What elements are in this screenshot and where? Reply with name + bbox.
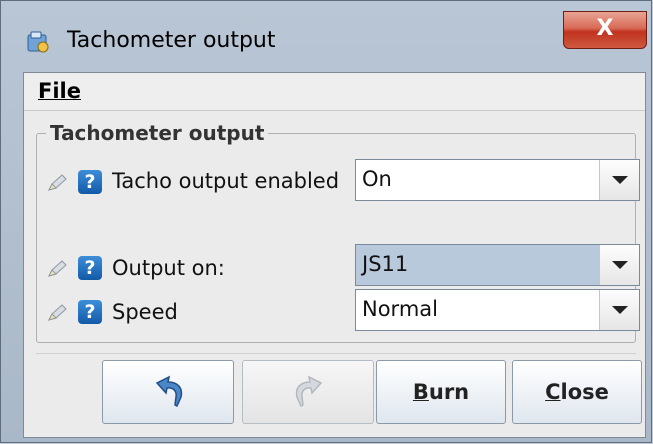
speed-select[interactable]: Normal <box>355 289 640 331</box>
chevron-down-icon <box>612 261 628 269</box>
window-close-button[interactable]: X <box>563 11 647 49</box>
label-tacho-output-enabled: Tacho output enabled <box>112 169 340 193</box>
title-bar[interactable]: Tachometer output X <box>1 1 651 73</box>
row-icons-tacho-enabled: ? <box>46 170 106 196</box>
undo-button[interactable] <box>102 360 234 424</box>
burn-mnemonic: B <box>412 380 429 404</box>
help-icon[interactable]: ? <box>78 170 102 194</box>
label-output-on: Output on: <box>112 256 225 280</box>
close-label: lose <box>560 380 609 404</box>
dialog-window: Tachometer output X File Tachometer outp… <box>0 0 652 443</box>
chevron-down-icon <box>612 176 628 184</box>
help-icon[interactable]: ? <box>78 256 102 280</box>
menu-file[interactable]: File <box>38 79 81 103</box>
redo-button[interactable] <box>242 360 374 424</box>
client-area: File Tachometer output ? Tacho output en… <box>23 72 646 438</box>
undo-icon <box>155 375 183 408</box>
select-value: JS11 <box>362 252 409 276</box>
group-title: Tachometer output <box>46 121 269 145</box>
select-value: Normal <box>362 297 438 321</box>
chevron-down-icon <box>612 306 628 314</box>
pencil-icon[interactable] <box>46 258 70 280</box>
row-icons-speed: ? <box>46 300 106 326</box>
label-speed: Speed <box>112 300 178 324</box>
burn-button[interactable]: Burn <box>376 360 506 424</box>
dropdown-arrow-button[interactable] <box>599 290 639 330</box>
close-button[interactable]: Close <box>512 360 642 424</box>
window-title: Tachometer output <box>67 28 276 53</box>
close-mnemonic: C <box>545 380 561 404</box>
row-icons-output-on: ? <box>46 256 106 282</box>
pencil-icon[interactable] <box>46 302 70 324</box>
dropdown-arrow-button[interactable] <box>599 160 639 200</box>
tacho-output-enabled-select[interactable]: On <box>355 159 640 201</box>
redo-icon <box>295 375 323 408</box>
output-on-select[interactable]: JS11 <box>355 244 640 286</box>
pencil-icon[interactable] <box>46 172 70 194</box>
select-value: On <box>362 167 392 191</box>
dropdown-arrow-button[interactable] <box>599 245 639 285</box>
burn-label: urn <box>428 380 470 404</box>
menu-bar: File <box>24 73 645 111</box>
help-icon[interactable]: ? <box>78 300 102 324</box>
app-icon <box>27 31 49 53</box>
